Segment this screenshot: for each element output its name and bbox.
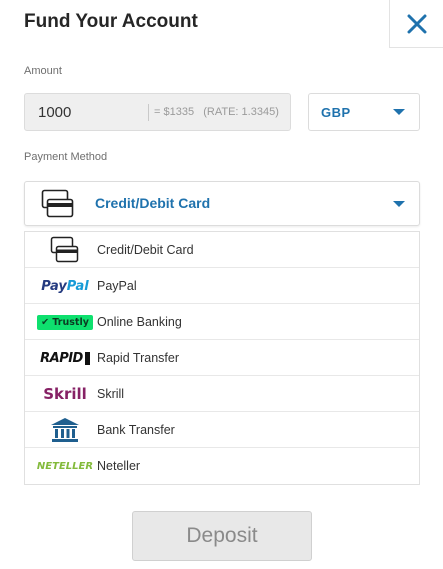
- option-paypal[interactable]: PayPal PayPal: [25, 268, 419, 304]
- bank-icon: [33, 412, 97, 448]
- conversion-value: = $1335: [154, 106, 195, 118]
- trustly-logo: ✔ Trustly: [33, 304, 97, 340]
- payment-method-select[interactable]: Credit/Debit Card: [24, 181, 420, 226]
- amount-conversion: = $1335 (RATE: 1.3345): [154, 106, 279, 118]
- amount-input[interactable]: 1000 = $1335 (RATE: 1.3345): [24, 93, 291, 131]
- option-label: Credit/Debit Card: [97, 243, 194, 257]
- rapid-logo: RAPID: [33, 340, 97, 376]
- option-label: Rapid Transfer: [97, 351, 179, 365]
- payment-method-value: Credit/Debit Card: [95, 195, 211, 211]
- neteller-logo: NETELLER: [36, 460, 94, 472]
- close-button[interactable]: [389, 0, 443, 48]
- option-bank-transfer[interactable]: Bank Transfer: [25, 412, 419, 448]
- option-online-banking[interactable]: ✔ Trustly Online Banking: [25, 304, 419, 340]
- option-credit-debit-card[interactable]: Credit/Debit Card: [25, 232, 419, 268]
- option-label: Skrill: [97, 387, 125, 401]
- deposit-button[interactable]: Deposit: [132, 511, 312, 561]
- option-label: PayPal: [97, 279, 137, 293]
- paypal-logo: PayPal: [41, 278, 89, 294]
- amount-value: 1000: [38, 104, 72, 121]
- modal-header: Fund Your Account: [0, 0, 443, 48]
- currency-select[interactable]: GBP: [308, 93, 420, 131]
- option-label: Neteller: [97, 459, 141, 473]
- option-neteller[interactable]: NETELLER Neteller: [25, 448, 419, 484]
- option-label: Online Banking: [97, 315, 182, 329]
- amount-label: Amount: [24, 65, 62, 77]
- chevron-down-icon: [393, 109, 405, 115]
- chevron-down-icon: [393, 201, 405, 207]
- currency-value: GBP: [321, 105, 351, 120]
- payment-method-options: Credit/Debit Card PayPal PayPal ✔ Trustl…: [24, 231, 420, 485]
- payment-method-label: Payment Method: [24, 151, 108, 163]
- exchange-rate: (RATE: 1.3345): [203, 106, 279, 118]
- option-skrill[interactable]: Skrill Skrill: [25, 376, 419, 412]
- amount-separator: [148, 104, 149, 121]
- card-icon: [33, 232, 97, 268]
- option-rapid-transfer[interactable]: RAPID Rapid Transfer: [25, 340, 419, 376]
- page-title: Fund Your Account: [24, 11, 198, 32]
- close-icon: [407, 14, 426, 33]
- skrill-logo: Skrill: [43, 385, 87, 403]
- card-icon: [41, 189, 74, 218]
- option-label: Bank Transfer: [97, 423, 175, 437]
